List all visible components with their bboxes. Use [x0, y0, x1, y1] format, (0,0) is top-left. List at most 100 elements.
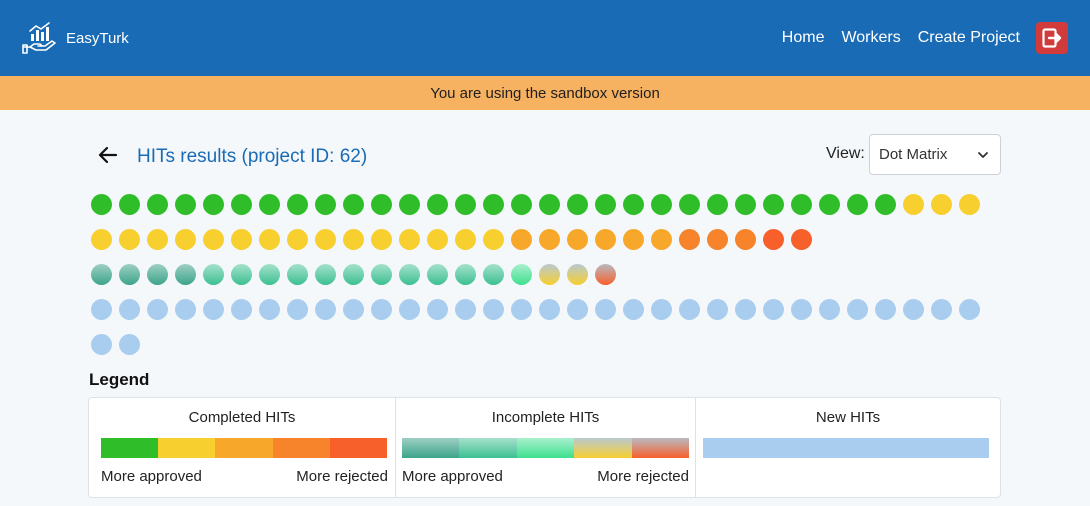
hit-dot-completed[interactable] — [455, 194, 476, 215]
hit-dot-incomplete[interactable] — [343, 264, 364, 285]
hit-dot-incomplete[interactable] — [91, 264, 112, 285]
hit-dot-completed[interactable] — [735, 229, 756, 250]
hit-dot-new[interactable] — [231, 299, 252, 320]
hit-dot-completed[interactable] — [511, 194, 532, 215]
hit-dot-new[interactable] — [343, 299, 364, 320]
hit-dot-completed[interactable] — [539, 229, 560, 250]
hit-dot-completed[interactable] — [483, 194, 504, 215]
hit-dot-new[interactable] — [595, 299, 616, 320]
hit-dot-completed[interactable] — [399, 194, 420, 215]
hit-dot-new[interactable] — [287, 299, 308, 320]
hit-dot-completed[interactable] — [707, 229, 728, 250]
hit-dot-incomplete[interactable] — [175, 264, 196, 285]
arrow-left-icon[interactable] — [96, 143, 120, 167]
hit-dot-new[interactable] — [203, 299, 224, 320]
hit-dot-completed[interactable] — [539, 194, 560, 215]
hit-dot-completed[interactable] — [511, 229, 532, 250]
hit-dot-new[interactable] — [483, 299, 504, 320]
hit-dot-new[interactable] — [539, 299, 560, 320]
hit-dot-completed[interactable] — [595, 194, 616, 215]
hit-dot-new[interactable] — [427, 299, 448, 320]
hit-dot-incomplete[interactable] — [147, 264, 168, 285]
hit-dot-new[interactable] — [903, 299, 924, 320]
hit-dot-completed[interactable] — [847, 194, 868, 215]
hit-dot-incomplete[interactable] — [231, 264, 252, 285]
hit-dot-completed[interactable] — [651, 229, 672, 250]
hit-dot-completed[interactable] — [343, 194, 364, 215]
hit-dot-new[interactable] — [819, 299, 840, 320]
hit-dot-completed[interactable] — [203, 194, 224, 215]
hit-dot-incomplete[interactable] — [259, 264, 280, 285]
hit-dot-completed[interactable] — [399, 229, 420, 250]
hit-dot-incomplete[interactable] — [315, 264, 336, 285]
hit-dot-completed[interactable] — [455, 229, 476, 250]
hit-dot-new[interactable] — [175, 299, 196, 320]
hit-dot-new[interactable] — [763, 299, 784, 320]
hit-dot-completed[interactable] — [259, 229, 280, 250]
hit-dot-new[interactable] — [651, 299, 672, 320]
hit-dot-completed[interactable] — [147, 229, 168, 250]
hit-dot-new[interactable] — [371, 299, 392, 320]
hit-dot-incomplete[interactable] — [203, 264, 224, 285]
hit-dot-completed[interactable] — [287, 229, 308, 250]
hit-dot-new[interactable] — [959, 299, 980, 320]
hit-dot-completed[interactable] — [371, 229, 392, 250]
hit-dot-new[interactable] — [91, 334, 112, 355]
hit-dot-incomplete[interactable] — [371, 264, 392, 285]
hit-dot-completed[interactable] — [119, 229, 140, 250]
hit-dot-incomplete[interactable] — [539, 264, 560, 285]
hit-dot-completed[interactable] — [735, 194, 756, 215]
hit-dot-completed[interactable] — [231, 229, 252, 250]
hit-dot-new[interactable] — [567, 299, 588, 320]
hit-dot-completed[interactable] — [763, 229, 784, 250]
hit-dot-completed[interactable] — [959, 194, 980, 215]
hit-dot-completed[interactable] — [623, 229, 644, 250]
hit-dot-new[interactable] — [931, 299, 952, 320]
hit-dot-completed[interactable] — [819, 194, 840, 215]
hit-dot-completed[interactable] — [91, 229, 112, 250]
hit-dot-completed[interactable] — [91, 194, 112, 215]
hit-dot-new[interactable] — [259, 299, 280, 320]
hit-dot-completed[interactable] — [371, 194, 392, 215]
view-select[interactable]: Dot Matrix — [869, 134, 1001, 175]
hit-dot-new[interactable] — [119, 299, 140, 320]
hit-dot-new[interactable] — [791, 299, 812, 320]
hit-dot-new[interactable] — [119, 334, 140, 355]
hit-dot-completed[interactable] — [315, 229, 336, 250]
hit-dot-completed[interactable] — [567, 194, 588, 215]
hit-dot-completed[interactable] — [427, 194, 448, 215]
hit-dot-new[interactable] — [399, 299, 420, 320]
hit-dot-incomplete[interactable] — [483, 264, 504, 285]
hit-dot-new[interactable] — [735, 299, 756, 320]
hit-dot-completed[interactable] — [231, 194, 252, 215]
hit-dot-incomplete[interactable] — [595, 264, 616, 285]
hit-dot-completed[interactable] — [315, 194, 336, 215]
hit-dot-completed[interactable] — [623, 194, 644, 215]
hit-dot-completed[interactable] — [567, 229, 588, 250]
hit-dot-incomplete[interactable] — [455, 264, 476, 285]
hit-dot-completed[interactable] — [679, 194, 700, 215]
hit-dot-completed[interactable] — [147, 194, 168, 215]
hit-dot-completed[interactable] — [259, 194, 280, 215]
hit-dot-completed[interactable] — [175, 194, 196, 215]
hit-dot-completed[interactable] — [343, 229, 364, 250]
hit-dot-completed[interactable] — [651, 194, 672, 215]
hit-dot-new[interactable] — [679, 299, 700, 320]
hit-dot-incomplete[interactable] — [427, 264, 448, 285]
hit-dot-new[interactable] — [511, 299, 532, 320]
hit-dot-incomplete[interactable] — [511, 264, 532, 285]
hit-dot-incomplete[interactable] — [567, 264, 588, 285]
hit-dot-incomplete[interactable] — [287, 264, 308, 285]
hit-dot-incomplete[interactable] — [119, 264, 140, 285]
hit-dot-completed[interactable] — [791, 194, 812, 215]
hit-dot-new[interactable] — [623, 299, 644, 320]
hit-dot-new[interactable] — [147, 299, 168, 320]
hit-dot-new[interactable] — [847, 299, 868, 320]
hit-dot-completed[interactable] — [483, 229, 504, 250]
hit-dot-incomplete[interactable] — [399, 264, 420, 285]
hit-dot-completed[interactable] — [763, 194, 784, 215]
hit-dot-new[interactable] — [315, 299, 336, 320]
hit-dot-completed[interactable] — [175, 229, 196, 250]
hit-dot-completed[interactable] — [287, 194, 308, 215]
hit-dot-completed[interactable] — [875, 194, 896, 215]
